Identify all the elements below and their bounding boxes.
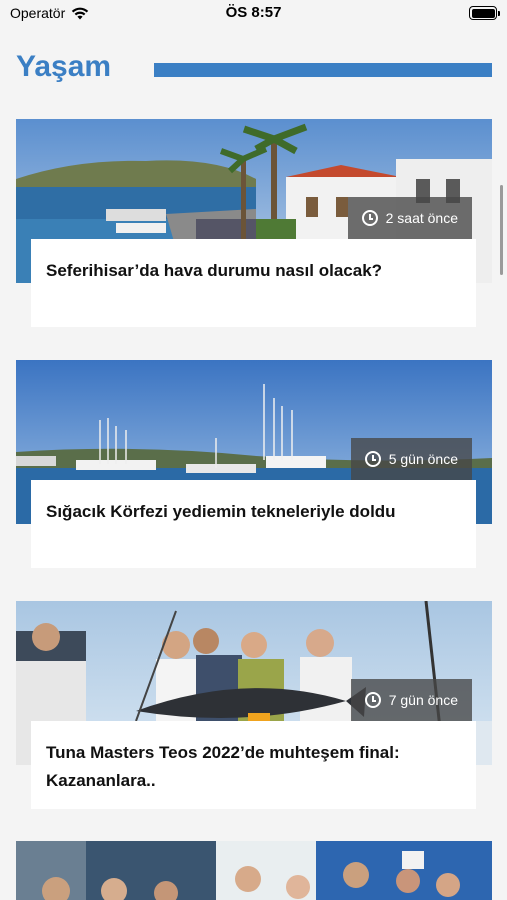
article-body[interactable]: Sığacık Körfezi yediemin tekneleriyle do… xyxy=(31,480,476,568)
article-title[interactable]: Sığacık Körfezi yediemin tekneleriyle do… xyxy=(46,498,461,526)
section-divider xyxy=(154,63,492,77)
article-title[interactable]: Seferihisar’da hava durumu nasıl olacak? xyxy=(46,257,461,285)
article-card[interactable] xyxy=(16,841,492,900)
time-badge: 7 gün önce xyxy=(350,679,472,721)
article-image[interactable] xyxy=(16,841,492,900)
article-title[interactable]: Tuna Masters Teos 2022’de muhteşem final… xyxy=(46,739,461,795)
article-card[interactable]: 5 gün önce Sığacık Körfezi yediemin tekn… xyxy=(16,360,492,570)
article-body[interactable]: Seferihisar’da hava durumu nasıl olacak? xyxy=(31,239,476,327)
time-ago: 7 gün önce xyxy=(388,692,458,708)
clock-icon xyxy=(361,210,378,226)
scrollbar[interactable] xyxy=(500,185,503,275)
section-header: Yaşam xyxy=(16,48,492,88)
status-time: ÖS 8:57 xyxy=(225,4,282,21)
time-ago: 2 saat önce xyxy=(385,210,458,226)
section-title: Yaşam xyxy=(16,50,112,83)
time-badge: 5 gün önce xyxy=(350,438,472,480)
time-ago: 5 gün önce xyxy=(388,451,458,467)
battery-icon xyxy=(469,6,500,20)
article-body[interactable]: Tuna Masters Teos 2022’de muhteşem final… xyxy=(31,721,476,809)
article-card[interactable]: 2 saat önce Seferihisar’da hava durumu n… xyxy=(16,119,492,329)
time-badge: 2 saat önce xyxy=(347,197,472,239)
status-bar: Operatör ÖS 8:57 xyxy=(0,0,507,28)
clock-icon xyxy=(364,451,381,467)
clock-icon xyxy=(364,692,381,708)
article-card[interactable]: 7 gün önce Tuna Masters Teos 2022’de muh… xyxy=(16,601,492,811)
